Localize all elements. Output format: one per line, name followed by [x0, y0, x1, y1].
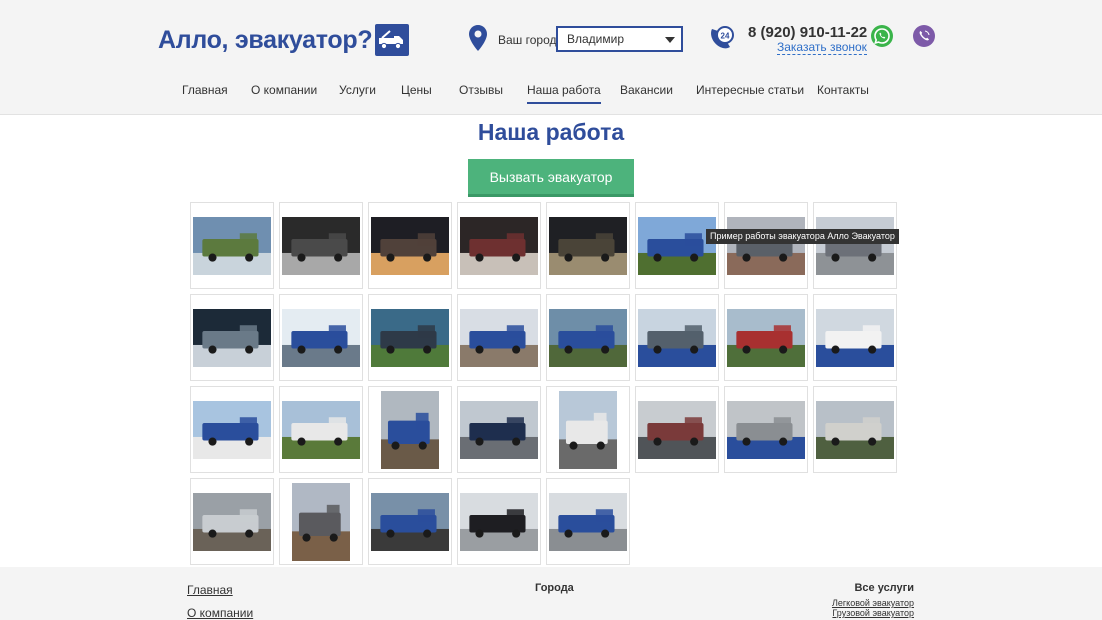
callback-link[interactable]: Заказать звонок: [777, 40, 867, 55]
nav-item-home[interactable]: Главная: [182, 83, 228, 97]
logo-text: Алло, эвакуатор?: [158, 25, 373, 54]
gallery-thumbnail[interactable]: [368, 294, 452, 381]
gallery-thumbnail[interactable]: [368, 202, 452, 289]
gallery-thumbnail[interactable]: [546, 386, 630, 473]
photo-tooltip: Пример работы эвакуатора Алло Эвакуатор: [706, 229, 899, 244]
tow-photo: [559, 390, 617, 469]
tow-photo: [460, 308, 538, 367]
page-title: Наша работа: [477, 119, 625, 145]
tow-photo: [193, 400, 271, 459]
tow-photo: [460, 400, 538, 459]
gallery-thumbnail[interactable]: [457, 478, 541, 565]
tow-photo: [193, 216, 271, 275]
tow-photo: [638, 308, 716, 367]
footer-services-heading: Все услуги: [854, 582, 914, 594]
tow-photo: [460, 216, 538, 275]
tow-photo: [816, 216, 894, 275]
gallery-thumbnail[interactable]: [457, 294, 541, 381]
gallery-thumbnail[interactable]: [724, 202, 808, 289]
gallery-thumbnail[interactable]: [190, 478, 274, 565]
gallery-thumbnail[interactable]: [813, 202, 897, 289]
tow-photo: [549, 216, 627, 275]
tow-photo: [549, 308, 627, 367]
nav-item-our-work[interactable]: Наша работа: [527, 83, 601, 104]
gallery-thumbnail[interactable]: [546, 478, 630, 565]
footer-link-car-tow[interactable]: Легковой эвакуатор: [832, 598, 914, 608]
nav-item-services[interactable]: Услуги: [339, 83, 376, 97]
call-tow-truck-button[interactable]: Вызвать эвакуатор: [468, 159, 634, 197]
gallery-thumbnail[interactable]: [368, 478, 452, 565]
chevron-down-icon: [665, 37, 675, 43]
gallery-thumbnail[interactable]: [724, 294, 808, 381]
tow-photo: [371, 308, 449, 367]
gallery-thumbnail[interactable]: [457, 386, 541, 473]
tow-photo: [638, 216, 716, 275]
gallery-thumbnail[interactable]: [724, 386, 808, 473]
city-label: Ваш город:: [498, 33, 560, 47]
location-pin-icon: [469, 25, 487, 56]
tow-photo: [638, 400, 716, 459]
tow-photo: [282, 216, 360, 275]
tow-photo: [816, 308, 894, 367]
nav-item-contacts[interactable]: Контакты: [817, 83, 869, 97]
tow-photo: [282, 400, 360, 459]
tow-photo: [816, 400, 894, 459]
gallery-thumbnail[interactable]: [813, 386, 897, 473]
tow-photo: [371, 216, 449, 275]
nav-item-vacancies[interactable]: Вакансии: [620, 83, 673, 97]
gallery-thumbnail[interactable]: [279, 478, 363, 565]
gallery-thumbnail[interactable]: [546, 294, 630, 381]
gallery-thumbnail[interactable]: [635, 294, 719, 381]
phone-badge: 24: [721, 32, 730, 41]
footer-cities-heading: Города: [535, 582, 574, 594]
gallery-thumbnail[interactable]: [457, 202, 541, 289]
gallery-thumbnail[interactable]: [368, 386, 452, 473]
gallery-thumbnail[interactable]: [190, 202, 274, 289]
gallery-thumbnail[interactable]: [279, 386, 363, 473]
footer-link-truck-tow[interactable]: Грузовой эвакуатор: [832, 608, 914, 618]
gallery-thumbnail[interactable]: [190, 294, 274, 381]
gallery-thumbnail[interactable]: [635, 202, 719, 289]
whatsapp-icon[interactable]: [870, 24, 894, 53]
site-footer: Главная О компании Города Все услуги Лег…: [0, 567, 1102, 620]
footer-link-home[interactable]: Главная: [187, 583, 233, 597]
gallery-thumbnail[interactable]: [635, 386, 719, 473]
nav-item-about[interactable]: О компании: [251, 83, 317, 97]
gallery-thumbnail[interactable]: [279, 202, 363, 289]
gallery-thumbnail[interactable]: [190, 386, 274, 473]
tow-photo: [549, 492, 627, 551]
city-select-value: Владимир: [567, 32, 625, 46]
nav-item-prices[interactable]: Цены: [401, 83, 432, 97]
gallery-thumbnail[interactable]: [546, 202, 630, 289]
tow-photo: [727, 216, 805, 275]
tow-photo: [193, 308, 271, 367]
tow-photo: [460, 492, 538, 551]
nav-item-articles[interactable]: Интересные статьи: [696, 83, 804, 97]
site-header: Алло, эвакуатор? Ваш город: Владимир 24 …: [0, 0, 1102, 115]
city-select[interactable]: Владимир: [556, 26, 683, 52]
main-nav: Главная О компании Услуги Цены Отзывы На…: [0, 80, 1102, 104]
footer-link-about[interactable]: О компании: [187, 606, 253, 620]
tow-photo: [727, 308, 805, 367]
phone-24-icon: 24: [707, 24, 737, 57]
tow-truck-icon: [375, 24, 410, 56]
tow-photo: [193, 492, 271, 551]
logo[interactable]: Алло, эвакуатор?: [158, 23, 410, 57]
tow-photo: [292, 482, 350, 561]
nav-item-reviews[interactable]: Отзывы: [459, 83, 503, 97]
tow-photo: [727, 400, 805, 459]
tow-photo: [381, 390, 439, 469]
gallery-thumbnail[interactable]: [813, 294, 897, 381]
tow-photo: [371, 492, 449, 551]
viber-icon[interactable]: [912, 24, 936, 53]
tow-photo: [282, 308, 360, 367]
phone-number[interactable]: 8 (920) 910-11-22: [748, 24, 867, 41]
gallery-thumbnail[interactable]: [279, 294, 363, 381]
